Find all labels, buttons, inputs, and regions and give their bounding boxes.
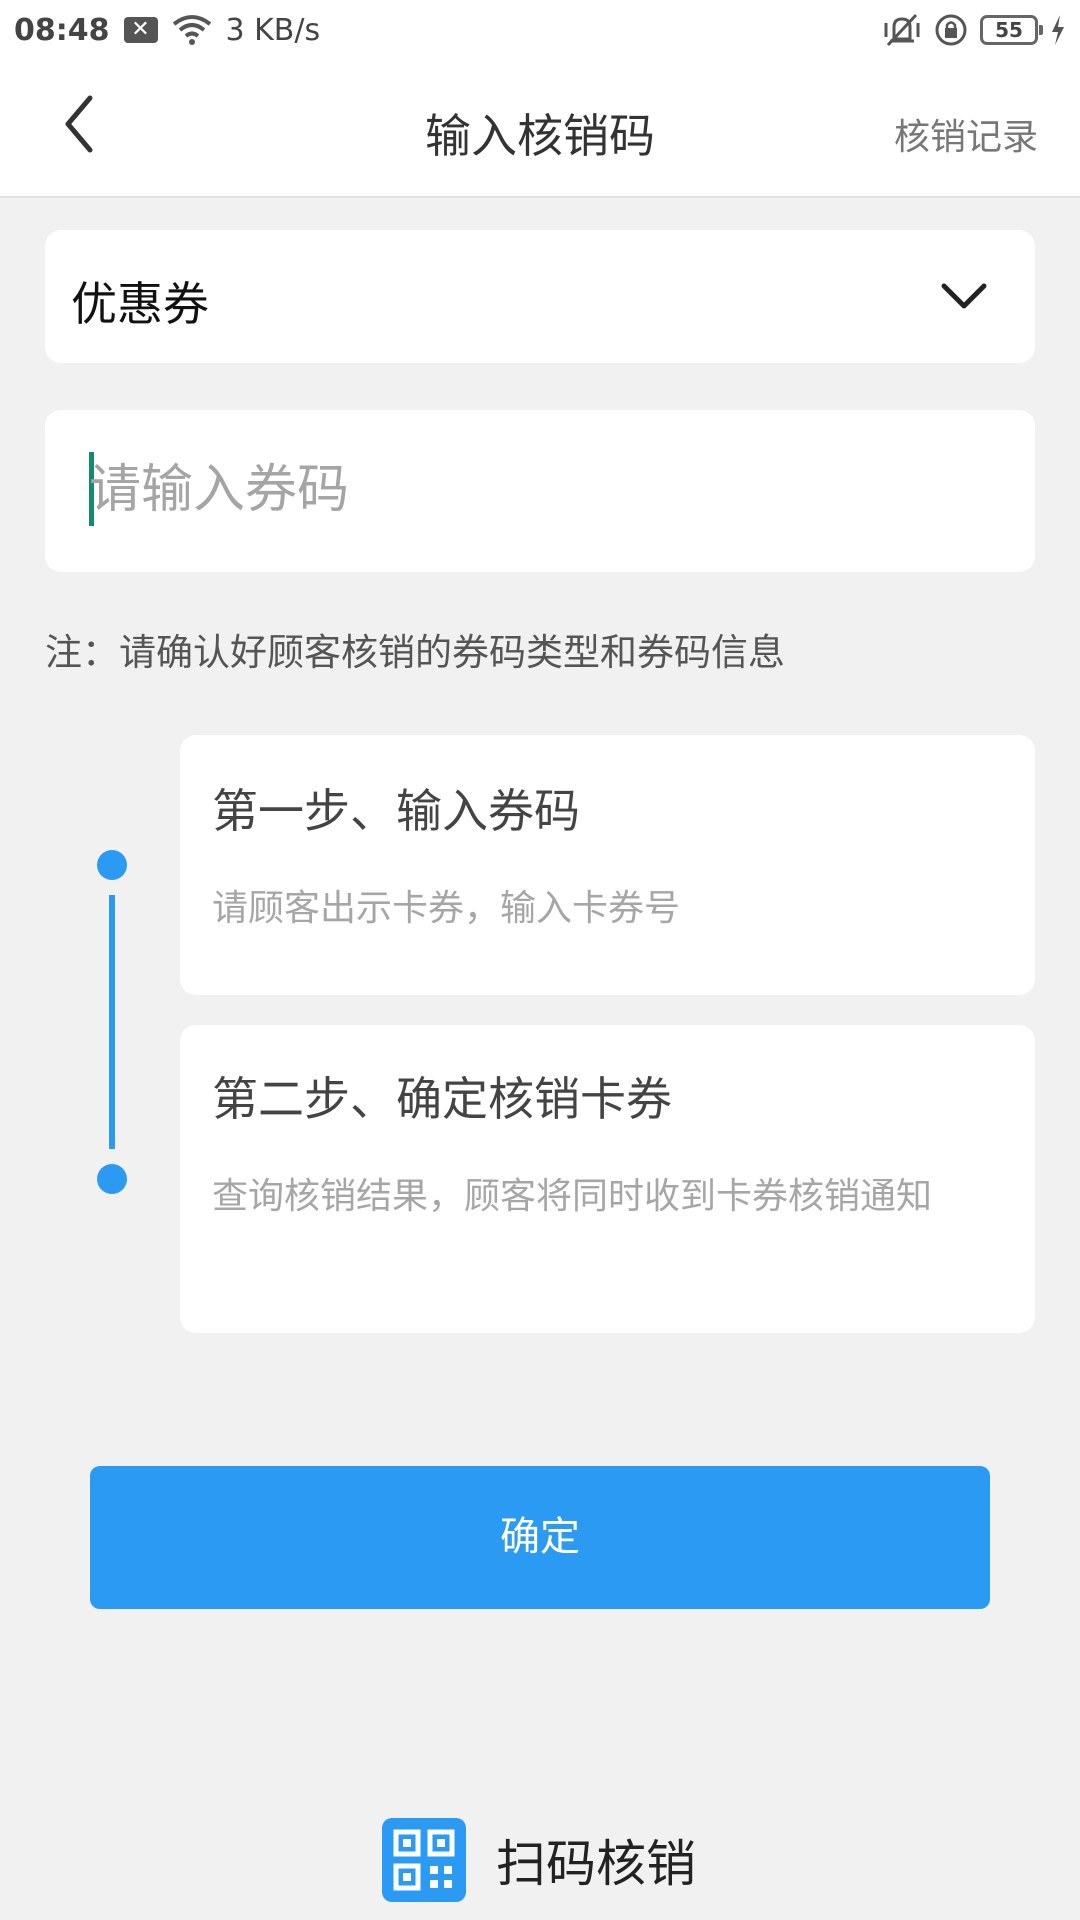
confirm-button[interactable]: 确定 xyxy=(90,1466,990,1609)
step-2-desc: 查询核销结果，顾客将同时收到卡券核销通知 xyxy=(212,1176,933,1217)
step-2-title: 第二步、确定核销卡券 xyxy=(212,1072,672,1126)
step-1-desc: 请顾客出示卡券，输入卡券号 xyxy=(212,888,681,929)
rotation-lock-icon xyxy=(935,14,967,46)
scan-redeem-label: 扫码核销 xyxy=(496,1835,696,1893)
step-1-dot xyxy=(97,850,127,880)
coupon-type-select[interactable]: 优惠券 xyxy=(45,230,1035,363)
battery-icon: 55 xyxy=(980,15,1043,45)
page: 08:48 ✕ 3 KB/s 55 输入核销码 核销记录 优惠券 请输入券码 注… xyxy=(0,0,1080,1920)
step-1-card: 第一步、输入券码 请顾客出示卡券，输入卡券号 xyxy=(180,735,1035,995)
step-2-card: 第二步、确定核销卡券 查询核销结果，顾客将同时收到卡券核销通知 xyxy=(180,1025,1035,1333)
qr-code-icon xyxy=(382,1818,466,1902)
network-speed: 3 KB/s xyxy=(225,12,321,48)
coupon-type-value: 优惠券 xyxy=(71,277,209,331)
coupon-code-input[interactable] xyxy=(89,450,989,530)
charging-icon xyxy=(1052,15,1064,45)
header: 输入核销码 核销记录 xyxy=(0,60,1080,198)
step-2-dot xyxy=(97,1164,127,1194)
status-time: 08:48 xyxy=(14,12,110,48)
coupon-code-field[interactable] xyxy=(45,410,1035,572)
step-1-title: 第一步、输入券码 xyxy=(212,784,580,838)
wifi-icon xyxy=(172,15,211,45)
chevron-down-icon xyxy=(941,283,987,309)
vibrate-icon xyxy=(884,13,920,47)
step-timeline-line xyxy=(109,895,115,1149)
redeem-records-link[interactable]: 核销记录 xyxy=(894,108,1038,160)
note-text: 注：请确认好顾客核销的券码类型和券码信息 xyxy=(45,631,785,674)
scan-redeem-button[interactable]: 扫码核销 xyxy=(382,1818,696,1902)
status-bar: 08:48 ✕ 3 KB/s 55 xyxy=(0,0,1080,60)
notification-icon: ✕ xyxy=(123,17,158,43)
